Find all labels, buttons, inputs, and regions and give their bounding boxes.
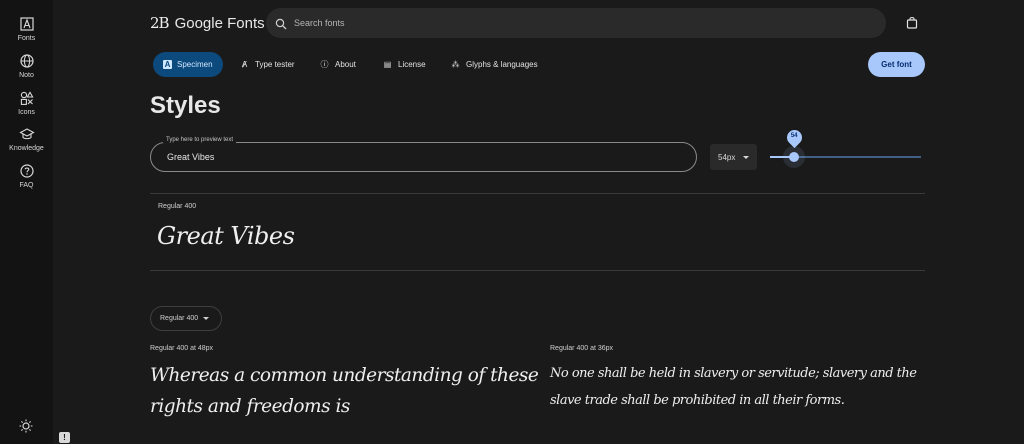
font-size-value: 54px xyxy=(718,152,736,162)
font-icon xyxy=(19,16,35,32)
tab-label: License xyxy=(398,60,426,69)
weight-select[interactable]: Regular 400 xyxy=(150,306,222,331)
rail-item-noto[interactable]: Noto xyxy=(0,53,53,79)
nav-rail: Fonts Noto Icons Knowledge FAQ xyxy=(0,0,53,444)
tab-about[interactable]: ⓘ About xyxy=(309,52,366,77)
chevron-down-icon xyxy=(203,317,210,320)
rail-item-label: Knowledge xyxy=(9,145,44,152)
sample-card-label: Regular 400 at 36px xyxy=(550,345,614,352)
tab-label: Glyphs & languages xyxy=(466,60,538,69)
shapes-icon xyxy=(19,90,35,106)
sample-card-text: Whereas a common understanding of these … xyxy=(150,365,539,417)
sample-card-label: Regular 400 at 48px xyxy=(150,345,214,352)
rail-item-label: FAQ xyxy=(19,182,34,189)
rail-item-fonts[interactable]: Fonts xyxy=(0,16,53,42)
tab-specimen[interactable]: A Specimen xyxy=(153,52,223,77)
rail-item-label: Fonts xyxy=(17,35,36,42)
preview-text-value[interactable]: Great Vibes xyxy=(167,152,214,162)
divider xyxy=(150,270,925,271)
search-input[interactable] xyxy=(294,18,854,28)
slider-value-text: 54 xyxy=(790,133,798,139)
rail-item-faq[interactable]: FAQ xyxy=(0,163,53,189)
school-icon xyxy=(18,126,35,142)
style-name: Regular 400 xyxy=(158,203,197,210)
tab-type-tester[interactable]: Ⱥ Type tester xyxy=(229,52,305,77)
page-title: Styles xyxy=(150,92,221,119)
rail-item-label: Icons xyxy=(18,109,35,116)
search-icon xyxy=(275,17,287,30)
tab-label: About xyxy=(335,60,356,69)
tab-label: Specimen xyxy=(177,60,213,69)
sun-icon[interactable] xyxy=(18,418,34,434)
feedback-icon[interactable]: ! xyxy=(59,432,70,443)
divider xyxy=(150,193,925,194)
rail-item-knowledge[interactable]: Knowledge xyxy=(0,126,53,152)
tab-glyphs-languages[interactable]: ⁂ Glyphs & languages xyxy=(440,52,548,77)
globe-icon xyxy=(19,53,35,69)
search-bar[interactable] xyxy=(266,8,886,38)
rail-item-label: Noto xyxy=(19,72,34,79)
sample-card-text: No one shall be held in slavery or servi… xyxy=(550,366,917,408)
tab-license[interactable]: ▤ License xyxy=(372,52,436,77)
logo-text: Google Fonts xyxy=(174,14,265,32)
tab-label: Type tester xyxy=(255,60,295,69)
specimen-icon: A xyxy=(163,60,172,69)
info-icon: ⓘ xyxy=(320,60,329,69)
type-tester-icon: Ⱥ xyxy=(241,60,248,69)
rail-item-icons[interactable]: Icons xyxy=(0,90,53,116)
glyphs-icon: ⁂ xyxy=(451,60,460,69)
chevron-down-icon xyxy=(743,155,750,159)
font-size-select[interactable]: 54px xyxy=(710,144,757,170)
preview-text-field[interactable] xyxy=(150,142,697,172)
help-icon xyxy=(19,163,35,179)
logo-mark-icon: 2B xyxy=(150,14,170,32)
style-sample-text: Great Vibes xyxy=(157,222,295,250)
font-size-slider-thumb[interactable] xyxy=(789,152,800,162)
get-font-button[interactable]: Get font xyxy=(868,52,925,77)
google-fonts-logo[interactable]: 2B Google Fonts xyxy=(150,13,265,33)
license-icon: ▤ xyxy=(383,60,392,69)
shopping-bag-icon[interactable] xyxy=(906,16,918,29)
weight-select-value: Regular 400 xyxy=(160,315,199,322)
preview-field-label: Type here to preview text xyxy=(163,137,237,143)
